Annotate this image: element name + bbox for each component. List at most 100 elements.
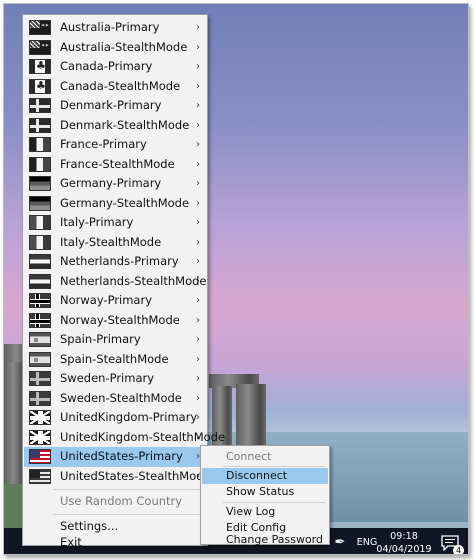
country-menu-label: UnitedStates-Primary — [60, 449, 183, 463]
action-center-icon[interactable]: 4 — [440, 532, 464, 554]
country-menu-item[interactable]: Denmark-StealthMode › — [24, 116, 206, 136]
disconnect-menu-item[interactable]: Disconnect — [202, 468, 328, 484]
canada-flag-icon — [29, 78, 51, 94]
france-flag-icon — [29, 156, 51, 172]
country-menu-item[interactable]: Sweden-Primary › — [24, 369, 206, 389]
use-random-country-item: Use Random Country — [24, 492, 206, 512]
country-menu-label: Australia-Primary — [60, 20, 160, 34]
connect-menu-item: Connect — [226, 450, 272, 463]
country-menu-label: UnitedKingdom-Primary — [60, 410, 198, 424]
country-menu-label: Spain-Primary — [60, 332, 141, 346]
chevron-right-icon: › — [196, 334, 200, 345]
germany-flag-icon — [29, 195, 51, 211]
country-menu-item[interactable]: France-Primary › — [24, 135, 206, 155]
country-menu-item[interactable]: UnitedStates-StealthMode › — [24, 467, 211, 487]
country-menu-item[interactable]: UnitedStates-Primary › — [24, 447, 206, 467]
chevron-right-icon: › — [196, 275, 200, 287]
germany-flag-icon — [29, 176, 51, 191]
us-flag-icon — [29, 449, 51, 464]
chevron-right-icon: › — [196, 412, 200, 423]
notification-count-badge: 4 — [453, 545, 464, 554]
country-menu-item[interactable]: Italy-StealthMode › — [24, 233, 206, 253]
canada-flag-icon — [29, 59, 51, 74]
change-password-menu-item[interactable]: Change Password — [202, 534, 328, 545]
country-menu-item[interactable]: Spain-Primary › — [24, 330, 206, 350]
chevron-right-icon: › — [196, 41, 200, 53]
country-menu-label: Italy-StealthMode — [60, 234, 162, 249]
country-menu-item[interactable]: Netherlands-StealthMode › — [24, 272, 207, 292]
country-menu-item[interactable]: Netherlands-Primary › — [24, 252, 206, 272]
country-menu-label: Norway-StealthMode — [60, 312, 180, 327]
menu-separator — [223, 466, 325, 467]
country-menu-label: Australia-StealthMode — [60, 39, 188, 54]
spain-flag-icon — [29, 332, 51, 347]
country-menu-item[interactable]: Denmark-Primary › — [24, 96, 206, 116]
exit-menu-item-label: Exit — [60, 535, 82, 549]
country-menu-label: Spain-StealthMode — [60, 351, 169, 366]
taskbar-clock[interactable]: 09:18 04/04/2019 — [375, 530, 433, 554]
country-menu-item[interactable]: Australia-StealthMode › — [24, 38, 206, 58]
country-menu-label: Netherlands-Primary — [60, 254, 179, 268]
menu-separator — [53, 514, 204, 515]
use-random-country-item-label: Use Random Country — [60, 494, 183, 508]
country-menu-label: Netherlands-StealthMode — [60, 273, 207, 288]
country-menu-label: Germany-StealthMode — [60, 195, 190, 210]
country-menu-label: Germany-Primary — [60, 176, 162, 190]
pen-icon[interactable]: ✒ — [330, 528, 350, 554]
chevron-right-icon: › — [196, 61, 200, 72]
country-menu-item[interactable]: Sweden-StealthMode › — [24, 389, 206, 409]
country-menu-label: UnitedStates-StealthMode — [60, 468, 211, 483]
italy-flag-icon — [29, 215, 51, 230]
menu-separator — [53, 489, 204, 490]
country-menu-item[interactable]: UnitedKingdom-Primary › — [24, 408, 206, 428]
spain-flag-icon — [29, 351, 51, 367]
france-flag-icon — [29, 137, 51, 152]
clock-time: 09:18 — [390, 531, 418, 542]
denmark-flag-icon — [29, 117, 51, 133]
wallpaper-stone — [236, 384, 266, 448]
australia-flag-icon — [29, 20, 51, 35]
country-menu-item[interactable]: Norway-Primary › — [24, 291, 206, 311]
chevron-right-icon: › — [196, 353, 200, 365]
country-menu-item[interactable]: Germany-Primary › — [24, 174, 206, 194]
country-menu-label: France-StealthMode — [60, 156, 175, 171]
country-menu-item[interactable]: Canada-StealthMode › — [24, 77, 206, 97]
country-menu-item[interactable]: Germany-StealthMode › — [24, 194, 206, 214]
chevron-right-icon: › — [196, 373, 200, 384]
denmark-flag-icon — [29, 98, 51, 113]
show-status-menu-item[interactable]: Show Status — [202, 484, 328, 500]
country-menu-item[interactable]: Spain-StealthMode › — [24, 350, 206, 370]
chevron-right-icon: › — [196, 139, 200, 150]
uk-flag-icon — [29, 410, 51, 425]
country-menu-label: Sweden-Primary — [60, 371, 155, 385]
chevron-right-icon: › — [196, 392, 200, 404]
menu-separator — [223, 502, 325, 503]
us-flag-icon — [29, 468, 51, 484]
country-menu-label: Denmark-StealthMode — [60, 117, 190, 132]
chevron-right-icon: › — [196, 158, 200, 170]
country-menu-item[interactable]: France-StealthMode › — [24, 155, 206, 175]
view-log-menu-item[interactable]: View Log — [202, 504, 328, 520]
country-menu-label: Canada-StealthMode — [60, 78, 181, 93]
chevron-right-icon: › — [196, 178, 200, 189]
netherlands-flag-icon — [29, 254, 51, 269]
italy-flag-icon — [29, 234, 51, 250]
country-menu-item[interactable]: Norway-StealthMode › — [24, 311, 206, 331]
chevron-right-icon: › — [196, 295, 200, 306]
sweden-flag-icon — [29, 390, 51, 406]
country-menu-label: France-Primary — [60, 137, 147, 151]
chevron-right-icon: › — [196, 22, 200, 33]
country-menu-item[interactable]: Australia-Primary › — [24, 18, 206, 38]
chevron-right-icon: › — [196, 197, 200, 209]
country-menu-item[interactable]: Canada-Primary › — [24, 57, 206, 77]
country-menu-item[interactable]: Italy-Primary › — [24, 213, 206, 233]
chevron-right-icon: › — [196, 100, 200, 111]
sweden-flag-icon — [29, 371, 51, 386]
country-menu-label: Norway-Primary — [60, 293, 153, 307]
norway-flag-icon — [29, 312, 51, 328]
exit-menu-item[interactable]: Exit — [24, 533, 206, 553]
country-menu-item[interactable]: UnitedKingdom-StealthMode › — [24, 428, 225, 448]
chevron-right-icon: › — [196, 119, 200, 131]
country-menu-label: Canada-Primary — [60, 59, 153, 73]
norway-flag-icon — [29, 293, 51, 308]
